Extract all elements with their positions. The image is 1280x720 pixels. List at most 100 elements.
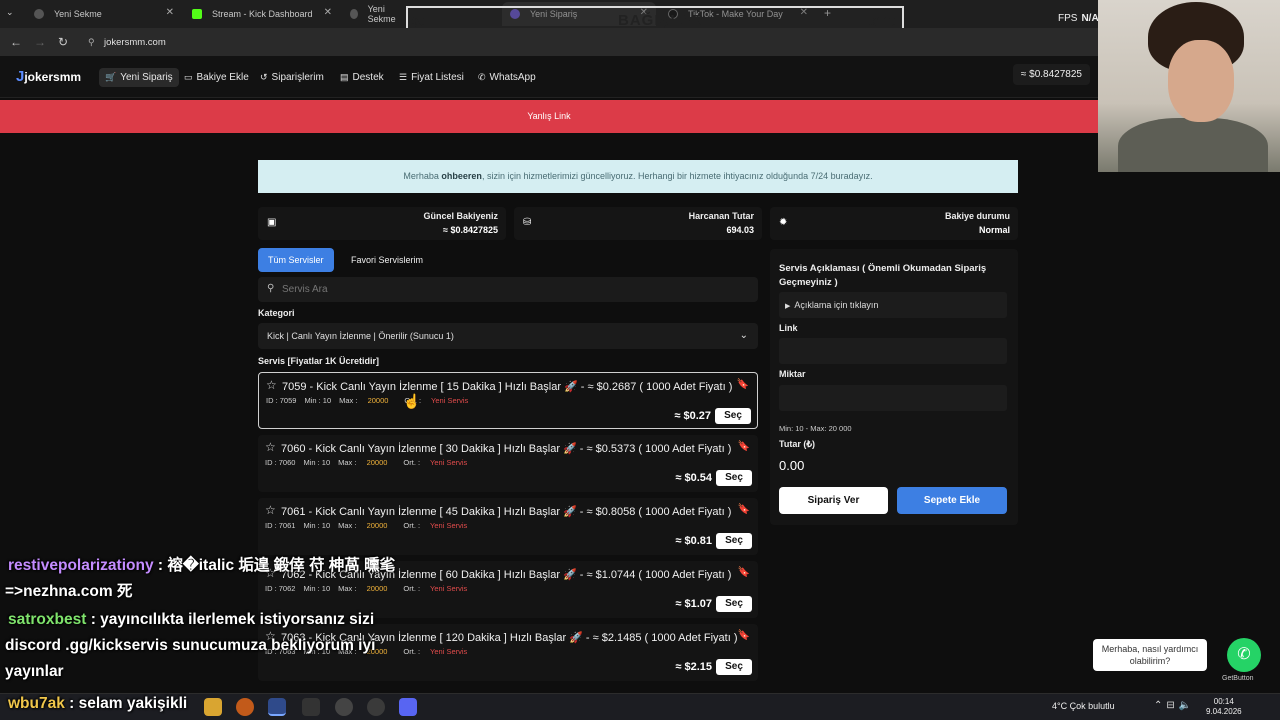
app-icon[interactable] bbox=[302, 698, 320, 716]
getbutton-brand[interactable]: GetButton bbox=[1222, 675, 1254, 682]
select-button[interactable]: Seç bbox=[715, 408, 751, 424]
service-price: ≈ $1.07 bbox=[675, 598, 712, 610]
welcome-suffix: , sizin için hizmetlerimizi güncelliyoru… bbox=[481, 171, 873, 181]
fps-indicator: FPS N/A bbox=[1058, 13, 1099, 24]
stat-value: ≈ $0.8427825 bbox=[443, 225, 498, 235]
service-max-label: Max : bbox=[339, 396, 358, 405]
donation-min: $0 bbox=[412, 14, 427, 29]
service-title: 7061 - Kick Canlı Yayın İzlenme [ 45 Dak… bbox=[281, 506, 732, 518]
tab-all-services[interactable]: Tüm Servisler bbox=[258, 248, 334, 272]
site-logo[interactable]: Jjokersmm bbox=[16, 68, 81, 85]
service-max-label: Max : bbox=[338, 458, 357, 467]
close-icon[interactable]: ✕ bbox=[166, 7, 174, 18]
select-button[interactable]: Seç bbox=[716, 533, 752, 549]
discord-icon[interactable] bbox=[399, 698, 417, 716]
browser-tab-2[interactable]: Stream - Kick Dashboard ✕ bbox=[184, 2, 340, 26]
obs-icon[interactable] bbox=[367, 698, 385, 716]
tab-label: Yeni Sekme bbox=[54, 9, 102, 19]
description-toggle[interactable]: ▶ Açıklama için tıklayın bbox=[779, 292, 1007, 318]
chat-text: : selam yakişikli bbox=[64, 695, 188, 712]
chat-message-continued: yayınlar bbox=[5, 663, 64, 680]
service-status: Yeni Servis bbox=[431, 396, 469, 405]
service-status: Yeni Servis bbox=[430, 647, 468, 656]
browser-tab-3[interactable]: Yeni Sekme bbox=[342, 2, 404, 26]
nav-price-list[interactable]: ☰ Fiyat Listesi bbox=[393, 68, 470, 87]
forward-icon[interactable]: → bbox=[34, 35, 46, 49]
chat-message: restivepolarizationy : 褣�italic 垢遑 鍛倖 苻 … bbox=[8, 553, 395, 575]
link-input[interactable] bbox=[779, 338, 1007, 364]
bookmark-icon[interactable]: 🔖 bbox=[738, 504, 750, 515]
service-price: ≈ $0.81 bbox=[675, 535, 712, 547]
nav-orders[interactable]: ↺ Siparişlerim bbox=[254, 68, 330, 87]
nav-label: Siparişlerim bbox=[271, 72, 324, 83]
service-item[interactable]: ☆ 7060 - Kick Canlı Yayın İzlenme [ 30 D… bbox=[258, 435, 758, 492]
welcome-prefix: Merhaba bbox=[403, 171, 439, 181]
weather-widget[interactable]: 4°C Çok bulutlu bbox=[1052, 701, 1115, 711]
back-icon[interactable]: ← bbox=[10, 35, 22, 49]
service-id: ID : 7061 bbox=[265, 521, 296, 530]
chrome-icon[interactable] bbox=[268, 698, 286, 716]
nav-whatsapp[interactable]: ✆ WhatsApp bbox=[472, 68, 542, 87]
stat-value: 694.03 bbox=[726, 225, 754, 235]
service-title: 7060 - Kick Canlı Yayın İzlenme [ 30 Dak… bbox=[281, 443, 732, 455]
stat-label: Güncel Bakiyeniz bbox=[423, 211, 498, 221]
card-icon: ▭ bbox=[184, 72, 193, 82]
select-button[interactable]: Seç bbox=[716, 659, 752, 675]
service-meta: ID : 7061 Min : 10 Max : 20000 Ort. : Yeni … bbox=[265, 521, 483, 530]
tab-favorite-services[interactable]: Favori Servislerim bbox=[341, 248, 433, 272]
bookmark-icon[interactable]: 🔖 bbox=[737, 379, 749, 390]
whatsapp-greeting[interactable]: Merhaba, nasıl yardımcı olabilirim? bbox=[1093, 639, 1207, 671]
bookmark-icon[interactable]: 🔖 bbox=[738, 630, 750, 641]
donation-title: BAĞIŞLAR bbox=[618, 12, 705, 29]
service-max: 20000 bbox=[366, 521, 388, 530]
description-toggle-label: Açıklama için tıklayın bbox=[794, 300, 879, 310]
add-to-cart-button[interactable]: Sepete Ekle bbox=[897, 487, 1007, 514]
nav-add-balance[interactable]: ▭ Bakiye Ekle bbox=[178, 68, 255, 87]
service-status: Yeni Servis bbox=[430, 584, 468, 593]
star-icon[interactable]: ☆ bbox=[265, 440, 276, 454]
star-icon[interactable]: ☆ bbox=[265, 503, 276, 517]
service-item[interactable]: ☆ 7059 - Kick Canlı Yayın İzlenme [ 15 D… bbox=[258, 372, 758, 429]
bookmark-icon[interactable]: 🔖 bbox=[738, 441, 750, 452]
service-label: Servis [Fiyatlar 1K Ücretidir] bbox=[258, 356, 380, 366]
reload-icon[interactable]: ↻ bbox=[58, 35, 68, 49]
service-max-label: Max : bbox=[338, 584, 357, 593]
error-alert: Yanlış Link bbox=[0, 100, 1098, 133]
nav-support[interactable]: ▤ Destek bbox=[334, 68, 390, 87]
app-icon[interactable] bbox=[236, 698, 254, 716]
whatsapp-icon: ✆ bbox=[1237, 646, 1251, 663]
service-title: 7059 - Kick Canlı Yayın İzlenme [ 15 Dak… bbox=[282, 381, 733, 393]
url-field[interactable]: jokersmm.com bbox=[104, 37, 166, 48]
clock[interactable]: 00:14 9.04.2026 bbox=[1206, 697, 1242, 717]
quantity-input[interactable] bbox=[779, 385, 1007, 411]
service-max-label: Max : bbox=[338, 521, 357, 530]
stat-balance-card: ▣ Güncel Bakiyeniz ≈ $0.8427825 bbox=[258, 207, 506, 240]
stat-status-card: ✹ Bakiye durumu Normal bbox=[770, 207, 1018, 240]
service-ort: Ort. : bbox=[403, 584, 421, 593]
webcam-hoodie bbox=[1118, 118, 1268, 172]
nav-new-order[interactable]: 🛒 Yeni Sipariş bbox=[99, 68, 179, 87]
select-button[interactable]: Seç bbox=[716, 596, 752, 612]
service-item[interactable]: ☆ 7061 - Kick Canlı Yayın İzlenme [ 45 D… bbox=[258, 498, 758, 555]
site-info-icon[interactable]: ⚲ bbox=[88, 37, 95, 48]
category-select[interactable]: Kick | Canlı Yayın İzlenme | Önerilir (S… bbox=[258, 323, 758, 349]
donation-max: $100 bbox=[869, 14, 898, 29]
wallet-icon: ▣ bbox=[267, 217, 277, 228]
balance-badge[interactable]: ≈ $0.8427825 bbox=[1012, 64, 1090, 85]
app-icon[interactable] bbox=[335, 698, 353, 716]
place-order-button[interactable]: Sipariş Ver bbox=[779, 487, 888, 514]
select-button[interactable]: Seç bbox=[716, 470, 752, 486]
system-tray-icons[interactable]: ⌃⊟🔈 bbox=[1154, 700, 1195, 711]
file-explorer-icon[interactable] bbox=[204, 698, 222, 716]
chat-text: : 褣�italic 垢遑 鍛倖 苻 柛萵 曛毟 bbox=[153, 557, 396, 574]
chat-message: satroxbest : yayıncılıkta ilerlemek isti… bbox=[8, 611, 374, 629]
tab-list-chevron-icon[interactable]: ⌄ bbox=[6, 7, 14, 18]
star-icon[interactable]: ☆ bbox=[266, 378, 277, 392]
browser-tab-1[interactable]: Yeni Sekme ✕ bbox=[26, 2, 182, 26]
close-icon[interactable]: ✕ bbox=[324, 7, 332, 18]
caret-right-icon: ▶ bbox=[785, 303, 791, 310]
whatsapp-chat-button[interactable]: ✆ bbox=[1227, 638, 1261, 672]
search-input[interactable] bbox=[282, 280, 742, 299]
bookmark-icon[interactable]: 🔖 bbox=[738, 567, 750, 578]
service-search[interactable]: ⚲ bbox=[258, 277, 758, 302]
